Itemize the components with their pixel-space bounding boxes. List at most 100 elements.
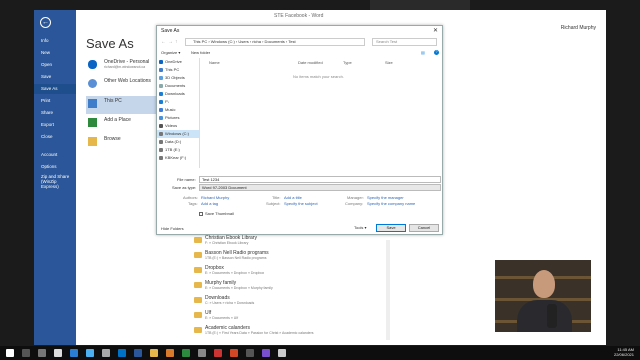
backstage-item-save[interactable]: Save <box>34 72 76 82</box>
column-header-name[interactable]: Name <box>209 60 220 65</box>
company-value[interactable]: Specify the company name <box>367 201 415 206</box>
save-thumbnail-checkbox[interactable] <box>199 212 203 216</box>
nav-item-kbkear-f[interactable]: KBKear (F:) <box>157 154 199 162</box>
help-icon[interactable]: ? <box>434 50 439 55</box>
powerpoint-icon[interactable] <box>230 349 238 357</box>
app-icon[interactable] <box>86 349 94 357</box>
folder-icon <box>194 312 202 318</box>
subject-value[interactable]: Specify the subject <box>284 201 318 206</box>
computer-icon <box>88 99 97 108</box>
app-icon[interactable] <box>54 349 62 357</box>
location-browse[interactable]: Browse <box>86 134 156 152</box>
file-explorer-icon[interactable] <box>150 349 158 357</box>
nav-item-this-pc[interactable]: This PC <box>157 66 199 74</box>
back-icon[interactable]: ← <box>161 39 166 45</box>
document-icon <box>159 84 163 88</box>
nav-item-label: 3D Objects <box>165 75 185 80</box>
new-folder-button[interactable]: New folder <box>191 50 210 55</box>
backstage-item-print[interactable]: Print <box>34 96 76 106</box>
authors-value[interactable]: Richard Murphy <box>201 195 229 200</box>
save-type-label: Save as type: <box>172 185 197 190</box>
save-type-select[interactable]: Word 97-2003 Document <box>199 184 441 191</box>
app-icon[interactable] <box>262 349 270 357</box>
backstage-item-options[interactable]: Options <box>34 162 76 172</box>
search-icon[interactable] <box>22 349 30 357</box>
nav-item-label: Pictures <box>165 115 180 120</box>
backstage-item-account[interactable]: Account <box>34 150 76 160</box>
folder-row[interactable]: Downloads C: » Users » richa » Downloads <box>194 295 394 309</box>
windows-start-icon[interactable] <box>6 349 14 357</box>
tags-value[interactable]: Add a tag <box>201 201 218 206</box>
location-title: Other Web Locations <box>104 78 151 84</box>
user-name[interactable]: Richard Murphy <box>561 25 596 31</box>
location-add-place[interactable]: Add a Place <box>86 115 156 133</box>
folder-row[interactable]: Murphy family E: » Documents » Dropbox »… <box>194 280 394 294</box>
edge-icon[interactable] <box>70 349 78 357</box>
nav-item-label: Documents <box>165 83 186 88</box>
save-as-dialog: Save As ✕ ← → ↑ This PC › Windows (C:) ›… <box>156 25 443 235</box>
tools-button[interactable]: Tools ▾ <box>354 225 366 230</box>
app-icon[interactable] <box>246 349 254 357</box>
app-icon[interactable] <box>102 349 110 357</box>
view-options-icon[interactable]: ▤ <box>421 50 425 55</box>
backstage-item-share[interactable]: Share <box>34 108 76 118</box>
file-name-label: File name: <box>177 177 196 182</box>
folder-row[interactable]: Christian Ebook Library F: » Christian E… <box>194 235 394 249</box>
globe-icon <box>88 79 97 88</box>
manager-value[interactable]: Specify the manager <box>367 195 404 200</box>
app-icon[interactable] <box>166 349 174 357</box>
app-icon[interactable] <box>278 349 286 357</box>
nav-item-documents[interactable]: Documents <box>157 82 199 90</box>
nav-item-3d-objects[interactable]: 3D Objects <box>157 74 199 82</box>
column-header-type[interactable]: Type <box>343 60 352 65</box>
scrollbar[interactable] <box>386 240 390 340</box>
nav-item-pictures[interactable]: Pictures <box>157 114 199 122</box>
location-this-pc[interactable]: This PC <box>86 96 156 114</box>
nav-item-music[interactable]: Music <box>157 106 199 114</box>
nav-item-downloads[interactable]: Downloads <box>157 90 199 98</box>
word-icon[interactable] <box>134 349 142 357</box>
title-value[interactable]: Add a title <box>284 195 302 200</box>
backstage-item-info[interactable]: Info <box>34 36 76 46</box>
task-view-icon[interactable] <box>38 349 46 357</box>
cancel-button[interactable]: Cancel <box>409 224 439 232</box>
nav-item-f[interactable]: F\ <box>157 98 199 106</box>
app-icon[interactable] <box>182 349 190 357</box>
nav-item-1tb-e[interactable]: 1TB (E:) <box>157 146 199 154</box>
nav-item-label: KBKear (F:) <box>165 155 187 160</box>
nav-item-onedrive[interactable]: OneDrive <box>157 58 199 66</box>
backstage-item-open[interactable]: Open <box>34 60 76 70</box>
organize-button[interactable]: Organize ▾ <box>161 50 180 55</box>
backstage-item-winzip[interactable]: Zip and Share (WinZip Express) <box>34 174 74 194</box>
folder-row[interactable]: Ulf E: » Documents » Ulf <box>194 310 394 324</box>
address-bar[interactable]: This PC › Windows (C:) › Users › richa ›… <box>185 38 365 46</box>
back-arrow-icon[interactable]: ← <box>40 17 51 28</box>
forward-icon[interactable]: → <box>168 39 173 45</box>
close-icon[interactable]: ✕ <box>433 27 438 34</box>
hide-folders-button[interactable]: Hide Folders <box>161 226 184 231</box>
nav-item-videos[interactable]: Videos <box>157 122 199 130</box>
location-web[interactable]: Other Web Locations <box>86 76 156 94</box>
folder-row[interactable]: Basson Nell Radio programs 1TB (E:) » Ba… <box>194 250 394 264</box>
folder-row[interactable]: Dropbox E: » Documents » Dropbox » Dropb… <box>194 265 394 279</box>
backstage-item-new[interactable]: New <box>34 48 76 58</box>
app-icon[interactable] <box>198 349 206 357</box>
clock[interactable]: 11:45 AM 22/06/2021 <box>614 347 634 357</box>
location-onedrive[interactable]: OneDrive - Personal richard@m.windowsnot… <box>86 57 156 75</box>
top-strip <box>370 0 470 10</box>
nav-item-windows-c[interactable]: Windows (C:) <box>157 130 199 138</box>
save-button[interactable]: Save <box>376 224 406 232</box>
search-input[interactable]: Search Test <box>372 38 437 46</box>
nav-item-data-d[interactable]: Data (D:) <box>157 138 199 146</box>
backstage-item-close[interactable]: Close <box>34 132 76 142</box>
backstage-item-export[interactable]: Export <box>34 120 76 130</box>
up-icon[interactable]: ↑ <box>175 39 178 45</box>
backstage-item-save-as[interactable]: Save As <box>34 84 76 94</box>
column-header-size[interactable]: Size <box>385 60 393 65</box>
outlook-icon[interactable] <box>118 349 126 357</box>
app-icon[interactable] <box>214 349 222 357</box>
file-name-field[interactable]: Test 1234 <box>199 176 441 183</box>
column-header-date[interactable]: Date modified <box>298 60 323 65</box>
folder-row[interactable]: Academic calanders 1TB (E:) » First Year… <box>194 325 394 339</box>
download-icon <box>159 92 163 96</box>
